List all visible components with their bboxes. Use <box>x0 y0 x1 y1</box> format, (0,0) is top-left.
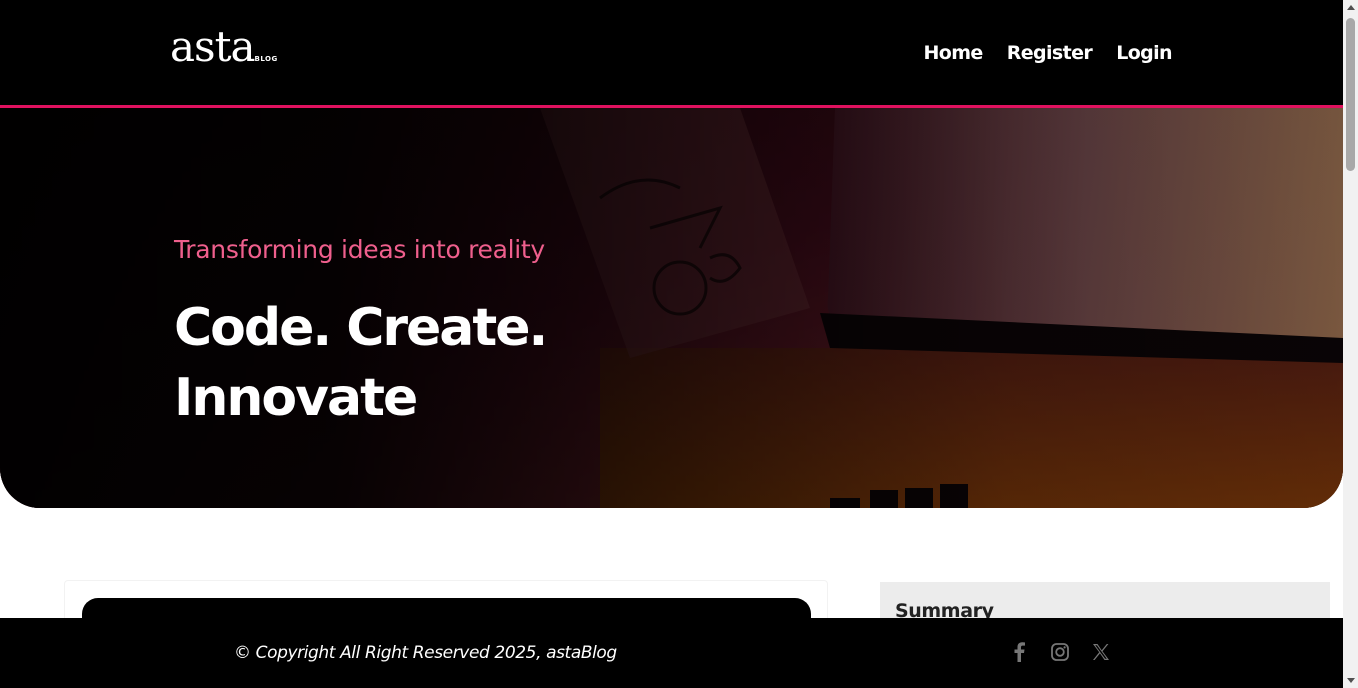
hero-title: Code. Create. Innovate <box>174 298 548 428</box>
scroll-down-arrow-icon[interactable] <box>1343 673 1358 688</box>
hero-tagline: Transforming ideas into reality <box>174 235 545 264</box>
main-nav: Home Register Login <box>923 42 1172 64</box>
scroll-up-arrow-icon[interactable] <box>1343 0 1358 15</box>
x-icon[interactable] <box>1090 640 1112 664</box>
site-header: astaBLOG Home Register Login <box>0 0 1343 108</box>
facebook-icon[interactable] <box>1008 640 1030 664</box>
logo-text: asta <box>170 22 256 71</box>
logo-suffix: BLOG <box>254 55 278 63</box>
copyright-text: © Copyright All Right Reserved 2025, ast… <box>234 643 617 663</box>
hero-banner: Transforming ideas into reality Code. Cr… <box>0 108 1343 508</box>
social-links <box>1008 640 1112 664</box>
nav-login-link[interactable]: Login <box>1116 42 1172 64</box>
instagram-icon[interactable] <box>1049 640 1071 664</box>
site-logo[interactable]: astaBLOG <box>170 26 278 68</box>
scrollbar-thumb[interactable] <box>1346 18 1355 171</box>
page-scrollbar[interactable] <box>1343 0 1358 688</box>
site-footer: © Copyright All Right Reserved 2025, ast… <box>0 618 1343 688</box>
nav-home-link[interactable]: Home <box>923 42 983 64</box>
nav-register-link[interactable]: Register <box>1007 42 1093 64</box>
